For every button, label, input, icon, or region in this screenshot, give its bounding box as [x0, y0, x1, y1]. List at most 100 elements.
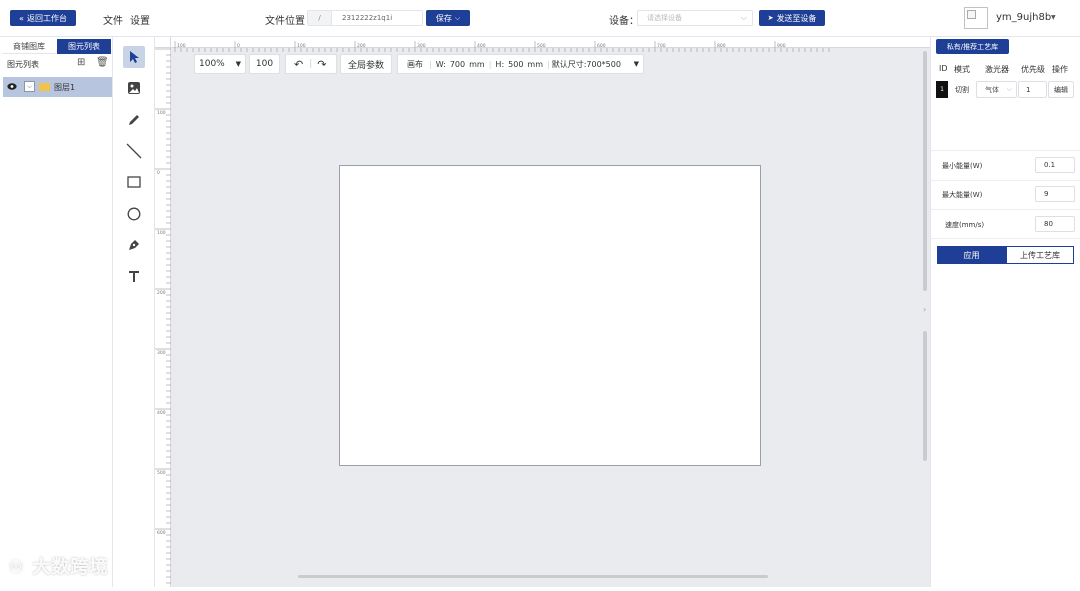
width-label: W:	[435, 59, 446, 69]
layer-row[interactable]: ⌵ 图层1	[3, 77, 112, 97]
divider	[931, 180, 1080, 181]
ruler-label: 0	[157, 170, 160, 176]
ruler-label: 300	[417, 43, 426, 49]
pencil-icon[interactable]	[123, 109, 145, 131]
process-library-button[interactable]: 私有/推荐工艺库	[936, 39, 1009, 54]
height-label: H:	[495, 59, 505, 69]
speed-input[interactable]: 80	[1035, 216, 1075, 232]
chevron-down-icon[interactable]: ⌵	[24, 81, 35, 92]
ruler-label: 100	[297, 43, 306, 49]
horizontal-scrollbar[interactable]	[298, 575, 768, 578]
canvas-area[interactable]: 100 0 100 200 300 400 500 600 700 800 900 100 0 100 2…	[155, 37, 930, 587]
file-location-label: 文件位置	[265, 16, 305, 27]
circle-icon[interactable]	[123, 203, 145, 225]
vertical-scrollbar-lower[interactable]	[923, 331, 927, 461]
path-prefix: /	[308, 11, 332, 25]
laser-select[interactable]: 气体 ⌵	[976, 81, 1017, 98]
chevron-down-icon: ⌵	[454, 13, 461, 22]
width-input[interactable]: 700	[450, 60, 465, 69]
max-energy-label: 最大能量(W)	[942, 191, 983, 199]
ruler-label: 0	[237, 43, 240, 49]
tab-element-list[interactable]: 图元列表	[57, 39, 111, 54]
rectangle-icon[interactable]	[123, 171, 145, 193]
chevron-down-icon: ▼	[235, 60, 241, 68]
ruler-label: 500	[157, 470, 166, 476]
save-button[interactable]: 保存 ⌵	[426, 10, 470, 26]
canvas-size-bar: 画布 | W: 700 mm | H: 500 mm | 默认尺寸:700*50…	[397, 54, 644, 74]
send-icon: ➤	[767, 14, 774, 22]
ruler-label: 600	[597, 43, 606, 49]
eye-icon[interactable]	[7, 82, 17, 91]
default-size-select[interactable]: 默认尺寸:700*500	[552, 59, 621, 70]
upload-library-button[interactable]: 上传工艺库	[1006, 246, 1074, 264]
watermark-logo-icon: ♾	[8, 557, 26, 578]
zoom-input[interactable]: 100	[249, 54, 280, 74]
artboard[interactable]	[339, 165, 761, 466]
line-icon[interactable]	[123, 140, 145, 162]
watermark-text: 大数跨境	[32, 557, 109, 578]
ruler-label: 900	[777, 43, 786, 49]
laser-value: 气体	[985, 85, 999, 94]
chevron-down-icon: ⌵	[740, 13, 747, 22]
menu-file[interactable]: 文件	[103, 12, 123, 27]
divider: |	[309, 59, 313, 69]
back-to-workbench-button[interactable]: « 返回工作台	[10, 10, 76, 26]
folder-icon	[39, 83, 50, 91]
height-input[interactable]: 500	[508, 60, 523, 69]
undo-redo-group: ↶ | ↷	[285, 54, 337, 74]
divider: |	[488, 59, 492, 69]
divider: |	[429, 59, 432, 69]
ruler-corner	[155, 37, 171, 48]
header-priority: 优先级	[1021, 65, 1045, 74]
height-unit: mm	[527, 59, 544, 69]
row-mode: 切割	[955, 86, 969, 94]
trash-icon[interactable]: 🗑	[96, 57, 109, 68]
save-label: 保存	[435, 13, 452, 23]
ruler-label: 100	[157, 110, 166, 116]
avatar[interactable]	[964, 7, 988, 29]
global-params-button[interactable]: 全局参数	[340, 54, 392, 74]
speed-label: 速度(mm/s)	[945, 221, 985, 229]
select-arrow-icon[interactable]	[123, 46, 145, 68]
header-mode: 模式	[954, 65, 970, 74]
device-label: 设备：	[609, 16, 639, 27]
apply-button[interactable]: 应用	[937, 246, 1006, 264]
priority-input[interactable]: 1	[1018, 81, 1047, 98]
device-placeholder: 请选择设备	[647, 14, 682, 22]
chevron-down-icon: ⌵	[1006, 85, 1012, 93]
tab-shop-gallery[interactable]: 商铺图库	[2, 39, 56, 54]
ruler-label: 200	[357, 43, 366, 49]
zoom-select[interactable]: 100% ▼	[194, 54, 246, 74]
ruler-label: 400	[477, 43, 486, 49]
file-path-field[interactable]: / 2312222z1q1i	[307, 10, 423, 26]
menu-settings[interactable]: 设置	[130, 12, 150, 27]
send-label: 发送至设备	[776, 13, 817, 23]
divider	[931, 150, 1080, 151]
redo-icon[interactable]: ↷	[317, 58, 326, 71]
top-bar: « 返回工作台 文件 设置 文件位置 / 2312222z1q1i 保存 ⌵ 设…	[0, 0, 1080, 37]
add-layer-icon[interactable]: ⊞	[77, 57, 85, 68]
collapse-arrow-icon[interactable]: ›	[923, 305, 926, 314]
send-to-device-button[interactable]: ➤ 发送至设备	[759, 10, 825, 26]
left-panel: 商铺图库 图元列表 图元列表 ⊞ 🗑 ⌵ 图层1	[0, 37, 113, 587]
watermark: ♾ 大数跨境	[8, 553, 108, 579]
header-laser: 激光器	[985, 65, 1009, 74]
ruler-left: 100 0 100 200 300 400 500 600	[155, 48, 171, 587]
device-select[interactable]: 请选择设备 ⌵	[637, 10, 753, 26]
text-icon[interactable]	[123, 265, 145, 287]
edit-button[interactable]: 编辑	[1048, 81, 1074, 98]
min-energy-input[interactable]: 0.1	[1035, 157, 1075, 173]
ruler-label: 200	[157, 290, 166, 296]
caret-down-icon[interactable]: ▼	[1051, 14, 1056, 21]
canvas-label: 画布	[407, 59, 423, 69]
pen-tool-icon[interactable]	[123, 234, 145, 256]
tool-column	[113, 37, 155, 587]
width-unit: mm	[469, 59, 485, 69]
layer-name: 图层1	[54, 83, 76, 92]
image-icon[interactable]	[123, 77, 145, 99]
username[interactable]: ym_9ujh8b	[996, 12, 1051, 23]
undo-icon[interactable]: ↶	[286, 58, 303, 71]
file-name-input[interactable]: 2312222z1q1i	[332, 14, 392, 22]
vertical-scrollbar[interactable]	[923, 51, 927, 291]
max-energy-input[interactable]: 9	[1035, 186, 1075, 202]
